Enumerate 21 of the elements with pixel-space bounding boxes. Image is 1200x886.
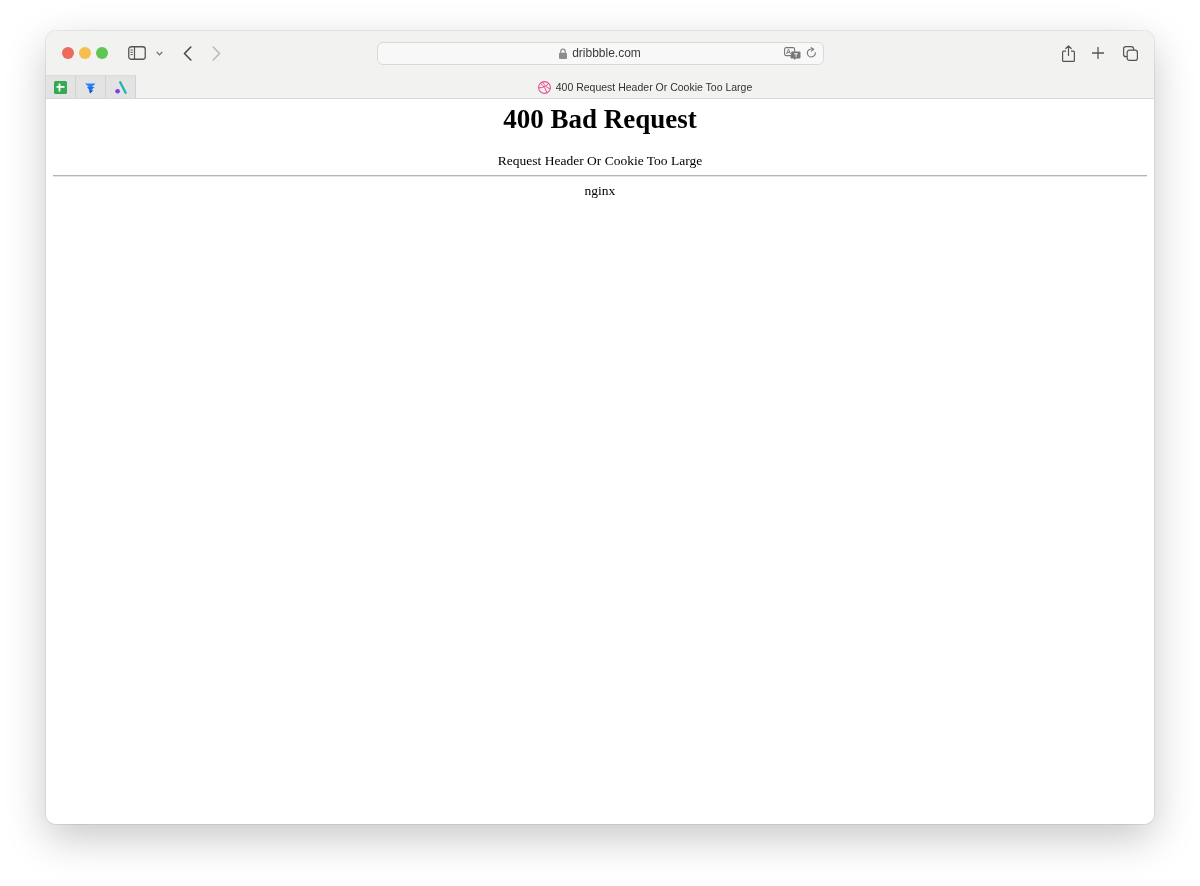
chevron-down-icon[interactable] [156, 50, 163, 56]
close-button[interactable] [62, 47, 74, 59]
address-field[interactable]: dribbble.com [376, 41, 824, 65]
reload-icon[interactable] [805, 47, 817, 59]
lock-icon [559, 47, 568, 59]
url-text: dribbble.com [572, 46, 641, 60]
ball-icon [537, 80, 551, 94]
pinned-tab[interactable] [106, 75, 136, 98]
translate-icon[interactable] [783, 46, 801, 60]
spreadsheet-icon [54, 80, 67, 94]
pinned-tab[interactable] [76, 75, 106, 98]
pinned-tab[interactable] [46, 75, 76, 98]
share-icon[interactable] [1062, 44, 1075, 62]
server-name: nginx [584, 183, 616, 199]
new-tab-icon[interactable] [1092, 47, 1104, 59]
dot-and-slash-icon [114, 80, 127, 94]
sidebar-icon[interactable] [128, 46, 146, 60]
tab-overview-icon[interactable] [1123, 45, 1138, 61]
back-icon[interactable] [183, 45, 192, 61]
error-heading: 400 Bad Request [503, 104, 697, 135]
error-message: Request Header Or Cookie Too Large [497, 153, 703, 169]
